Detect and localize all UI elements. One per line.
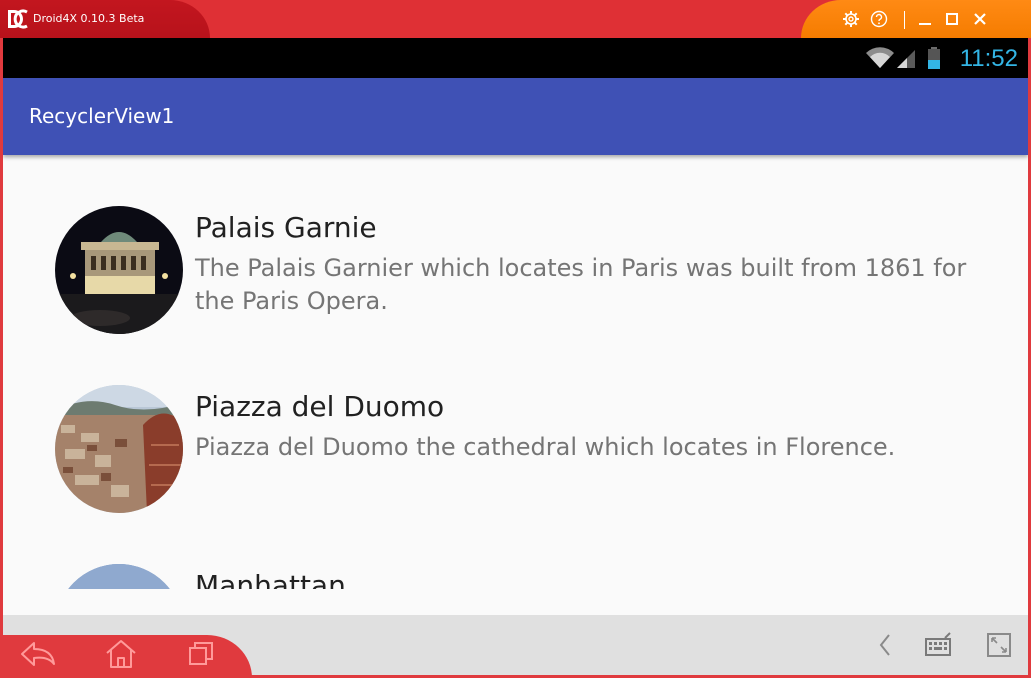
minimize-icon[interactable] bbox=[916, 10, 934, 28]
gear-icon[interactable] bbox=[842, 10, 860, 28]
keyboard-icon[interactable] bbox=[917, 629, 957, 661]
palais-garnier-thumbnail bbox=[55, 206, 183, 334]
nav-bar-left-panel bbox=[0, 635, 252, 678]
page-title: RecyclerView1 bbox=[29, 104, 175, 128]
window-controls bbox=[801, 0, 1031, 38]
back-icon[interactable] bbox=[18, 638, 58, 670]
help-icon[interactable] bbox=[870, 10, 888, 28]
app-name: Droid4X 0.10.3 Beta bbox=[33, 12, 145, 25]
item-title: Manhattan bbox=[195, 569, 346, 589]
wifi-icon bbox=[866, 47, 894, 68]
item-title: Piazza del Duomo bbox=[195, 390, 445, 423]
recycler-list[interactable]: Palais Garnie The Palais Garnier which l… bbox=[3, 155, 1028, 589]
piazza-del-duomo-thumbnail bbox=[55, 385, 183, 513]
controls-divider bbox=[904, 11, 905, 29]
maximize-icon[interactable] bbox=[943, 10, 961, 28]
signal-icon bbox=[897, 50, 915, 68]
close-icon[interactable] bbox=[971, 10, 989, 28]
status-clock: 11:52 bbox=[959, 45, 1018, 72]
item-description: Piazza del Duomo the cathedral which loc… bbox=[195, 433, 896, 461]
app-title-tab: Droid4X 0.10.3 Beta bbox=[0, 0, 210, 38]
battery-icon bbox=[928, 47, 940, 69]
title-bar: Droid4X 0.10.3 Beta bbox=[0, 0, 1031, 38]
fullscreen-icon[interactable] bbox=[979, 629, 1019, 661]
list-item[interactable]: Palais Garnie The Palais Garnier which l… bbox=[3, 155, 1028, 334]
status-bar: 11:52 bbox=[3, 38, 1028, 78]
list-item[interactable]: Piazza del Duomo Piazza del Duomo the ca… bbox=[3, 334, 1028, 513]
droid4x-logo-icon bbox=[8, 9, 28, 29]
recents-icon[interactable] bbox=[181, 638, 221, 670]
android-screen: 11:52 RecyclerView1 Palais Garnie The Pa… bbox=[3, 38, 1028, 615]
item-title: Palais Garnie bbox=[195, 211, 377, 244]
emulator-nav-bar bbox=[0, 615, 1028, 678]
chevron-left-icon[interactable] bbox=[865, 629, 905, 661]
item-description: The Palais Garnier which locates in Pari… bbox=[195, 254, 967, 315]
manhattan-thumbnail bbox=[55, 564, 183, 589]
emulator-window: Droid4X 0.10.3 Beta 11:52 RecyclerView1 … bbox=[0, 0, 1031, 678]
list-item[interactable]: Manhattan bbox=[3, 513, 1028, 589]
app-bar: RecyclerView1 bbox=[3, 78, 1028, 155]
home-icon[interactable] bbox=[101, 638, 141, 670]
screen-bottom-padding bbox=[3, 589, 1028, 615]
